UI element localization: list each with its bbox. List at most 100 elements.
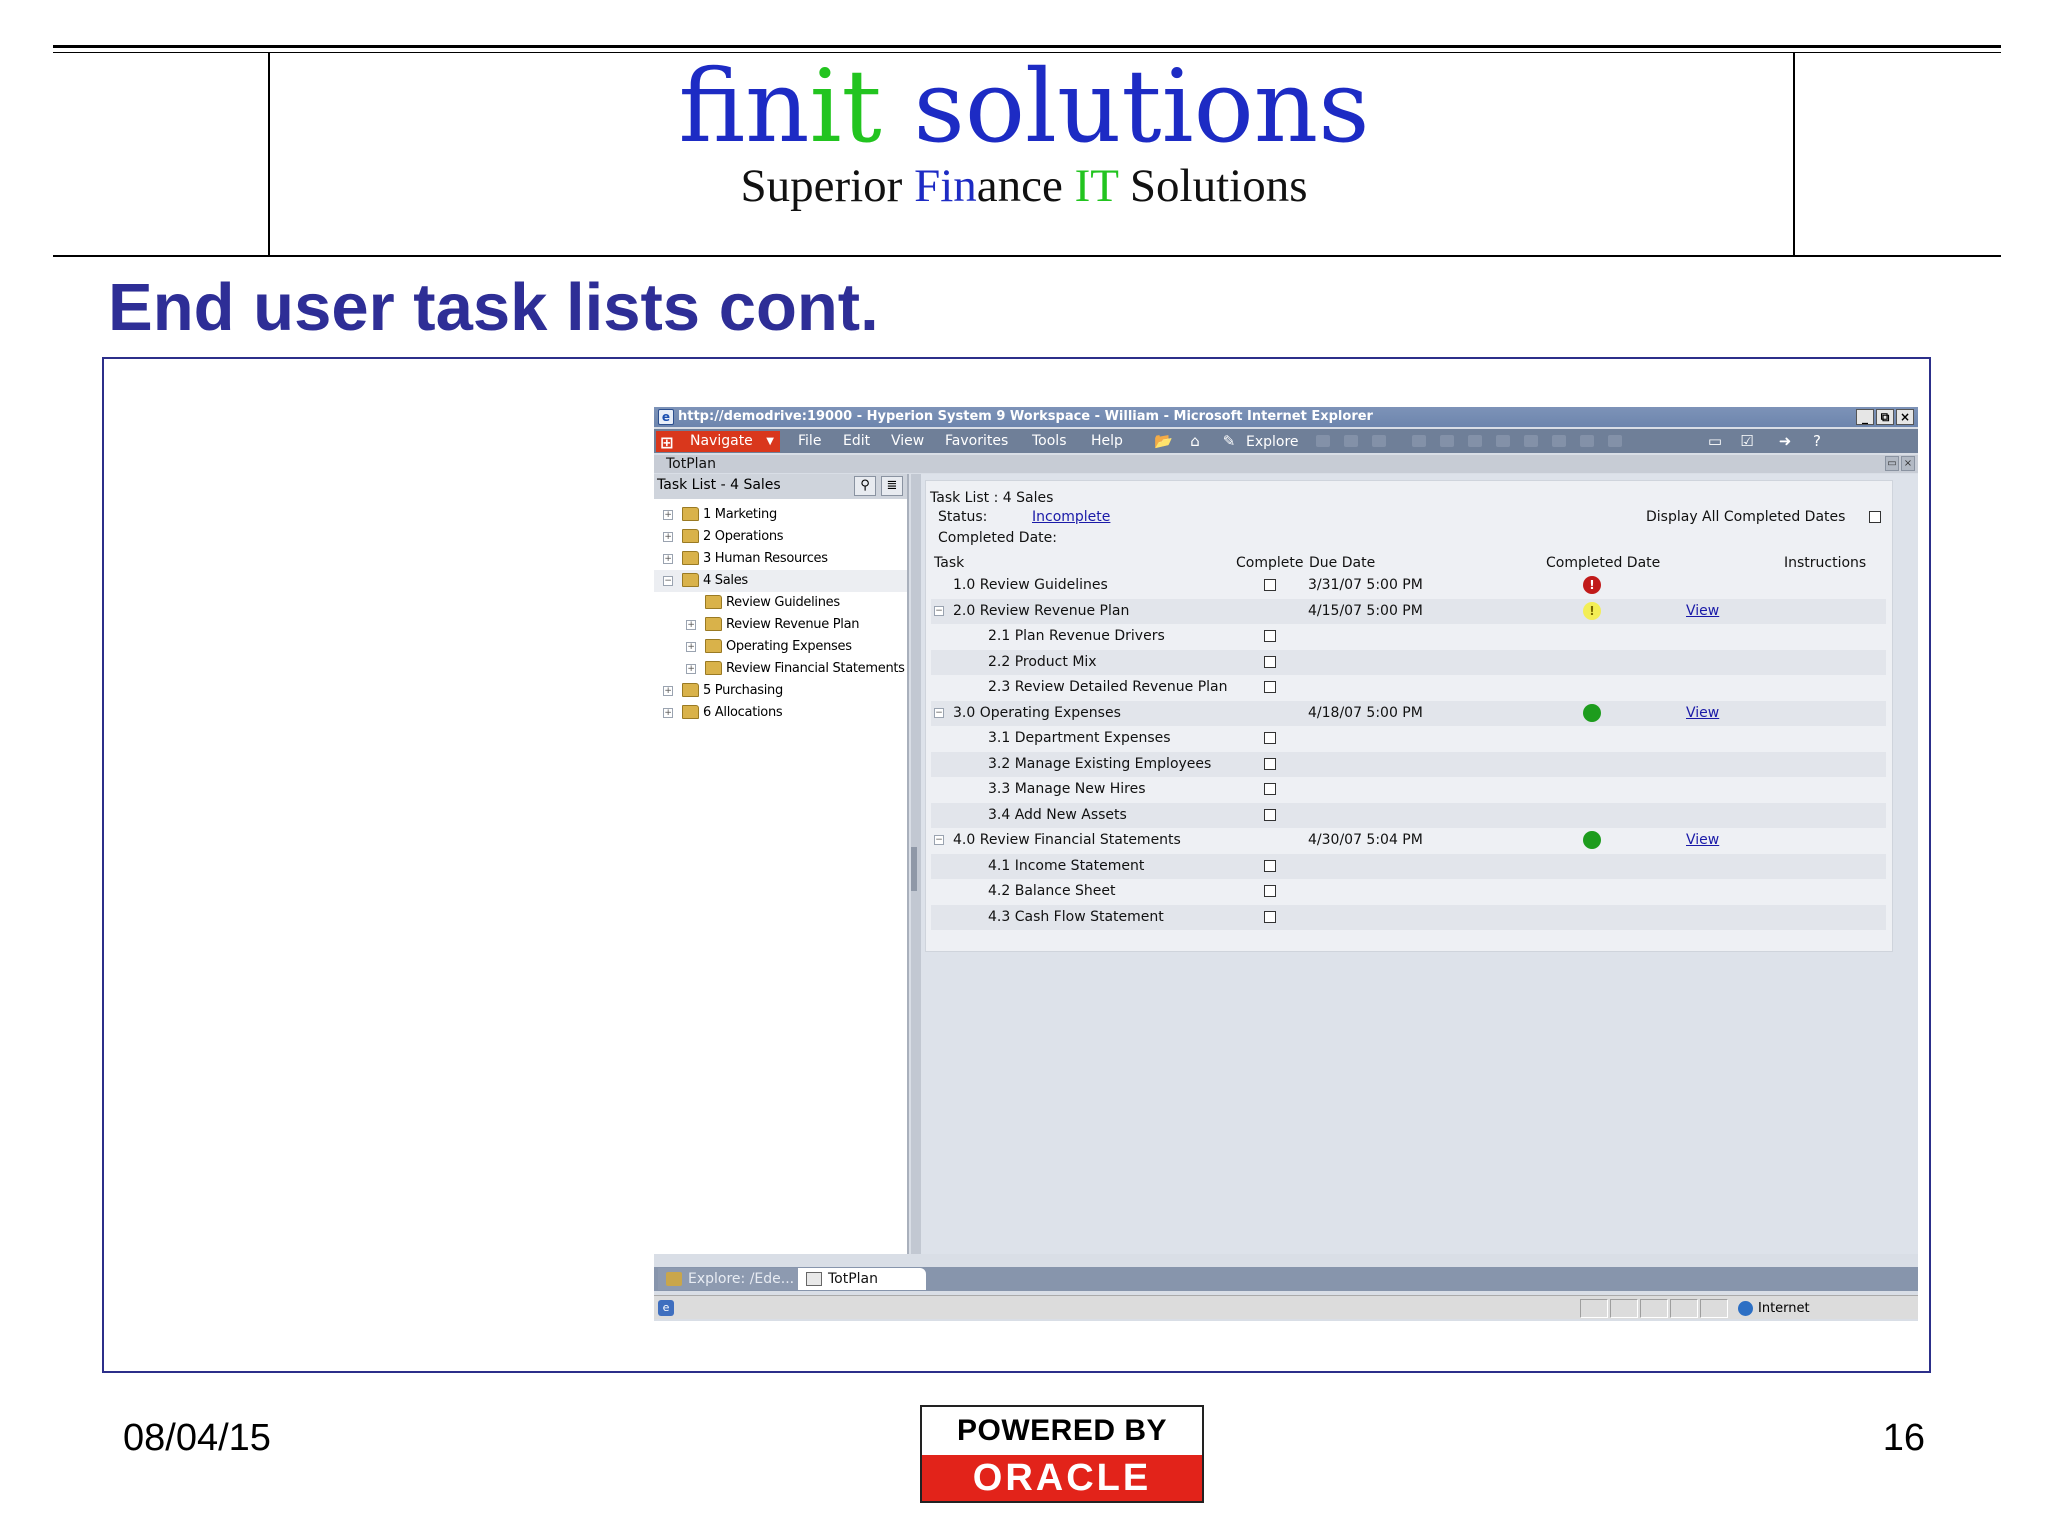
restore-button[interactable]: ⧉ xyxy=(1876,409,1894,425)
tree-item[interactable]: +2 Operations xyxy=(654,526,907,548)
logoff-icon[interactable]: ➜ xyxy=(1776,432,1794,450)
expand-icon[interactable]: + xyxy=(663,554,673,564)
tree-item-label: Operating Expenses xyxy=(726,639,852,654)
tree-item-label: 2 Operations xyxy=(703,529,784,544)
tree-item[interactable]: +3 Human Resources xyxy=(654,548,907,570)
view-instructions-link[interactable]: View xyxy=(1686,704,1719,722)
tab-totplan[interactable]: TotPlan xyxy=(798,1268,926,1290)
help-icon[interactable]: ? xyxy=(1808,432,1826,450)
menu-edit[interactable]: Edit xyxy=(843,432,870,450)
status-cell xyxy=(1640,1299,1668,1318)
navigate-label: Navigate xyxy=(690,433,753,449)
tree-item[interactable]: − 4 Sales xyxy=(654,570,907,592)
tab-explore-label: Explore: /Ede... xyxy=(688,1271,795,1287)
menu-help[interactable]: Help xyxy=(1091,432,1123,450)
collapse-icon[interactable]: − xyxy=(934,707,944,718)
document-restore-button[interactable]: ▭ xyxy=(1885,456,1899,471)
disabled-tool-icon xyxy=(1608,435,1622,447)
status-cell xyxy=(1670,1299,1698,1318)
task-list-tree-pane: Task List - 4 Sales ⚲ ≣ +1 Marketing +2 O… xyxy=(654,474,909,1254)
due-date: 4/18/07 5:00 PM xyxy=(1308,704,1423,721)
column-header-completed-date: Completed Date xyxy=(1546,555,1661,571)
window-title: http://demodrive:19000 - Hyperion System… xyxy=(678,409,1373,424)
task-name: 3.0 Operating Expenses xyxy=(953,704,1121,721)
complete-checkbox[interactable] xyxy=(1264,859,1276,872)
disabled-tool-icon xyxy=(1372,435,1386,447)
tree-item[interactable]: + Review Revenue Plan xyxy=(654,614,907,636)
task-row: 3.3 Manage New Hires xyxy=(931,777,1886,802)
folder-icon xyxy=(705,639,722,653)
menu-file[interactable]: File xyxy=(798,432,821,450)
tree-item[interactable]: +5 Purchasing xyxy=(654,680,907,702)
checklist-icon[interactable]: ☑ xyxy=(1738,432,1756,450)
company-logo: finit solutions xyxy=(678,48,1370,165)
navigate-button[interactable]: ⊞ Navigate ▼ xyxy=(656,431,780,452)
properties-icon[interactable]: ≣ xyxy=(881,476,903,496)
complete-checkbox[interactable] xyxy=(1264,808,1276,821)
complete-checkbox[interactable] xyxy=(1264,655,1276,668)
security-zone-label: Internet xyxy=(1758,1301,1810,1316)
column-header-due-date: Due Date xyxy=(1309,555,1376,571)
collapse-icon[interactable]: − xyxy=(934,605,944,616)
document-titlebar: TotPlan ▭ × xyxy=(654,455,1918,473)
document-close-button[interactable]: × xyxy=(1901,456,1915,471)
minimize-button[interactable]: _ xyxy=(1856,409,1874,425)
close-button[interactable]: × xyxy=(1896,409,1914,425)
complete-checkbox[interactable] xyxy=(1264,681,1276,693)
expand-icon[interactable]: + xyxy=(686,642,696,652)
complete-checkbox[interactable] xyxy=(1264,579,1276,591)
disabled-tool-icon xyxy=(1552,435,1566,447)
expand-icon[interactable]: + xyxy=(663,532,673,542)
view-instructions-link[interactable]: View xyxy=(1686,831,1719,849)
task-row: −3.0 Operating Expenses 4/18/07 5:00 PM Vi… xyxy=(931,700,1886,726)
tree-item[interactable]: Review Guidelines xyxy=(654,592,907,614)
menu-tools[interactable]: Tools xyxy=(1032,432,1067,450)
chevron-down-icon: ▼ xyxy=(766,436,774,447)
disabled-tool-icon xyxy=(1496,435,1510,447)
status-cell xyxy=(1580,1299,1608,1318)
menu-view[interactable]: View xyxy=(891,432,924,450)
complete-checkbox[interactable] xyxy=(1264,783,1276,795)
tree-item[interactable]: + Operating Expenses xyxy=(654,636,907,658)
complete-checkbox[interactable] xyxy=(1264,630,1276,642)
expand-icon[interactable]: + xyxy=(663,510,673,520)
menu-favorites[interactable]: Favorites xyxy=(945,432,1008,450)
collapse-icon[interactable]: − xyxy=(663,576,673,586)
tree-item[interactable]: +6 Allocations xyxy=(654,702,907,724)
badge-top-text: POWERED BY xyxy=(956,1414,1168,1447)
disabled-tool-icon xyxy=(1316,435,1330,447)
collapse-icon[interactable]: − xyxy=(934,835,944,845)
complete-checkbox[interactable] xyxy=(1264,732,1276,744)
page-icon[interactable]: ▭ xyxy=(1706,432,1724,450)
explore-button[interactable]: Explore xyxy=(1246,433,1299,451)
expand-icon[interactable]: + xyxy=(663,686,673,696)
explore-icon[interactable]: ✎ xyxy=(1220,432,1238,450)
folder-icon xyxy=(682,507,699,521)
task-name: 3.2 Manage Existing Employees xyxy=(988,755,1212,772)
expand-icon[interactable]: + xyxy=(686,664,696,674)
tree-item[interactable]: + Review Financial Statements xyxy=(654,658,907,680)
view-instructions-link[interactable]: View xyxy=(1686,602,1719,620)
status-value-link[interactable]: Incomplete xyxy=(1032,508,1110,526)
complete-checkbox[interactable] xyxy=(1264,885,1276,897)
splitter-grip[interactable] xyxy=(911,847,917,891)
display-all-checkbox[interactable] xyxy=(1869,511,1881,523)
disabled-tool-icon xyxy=(1440,435,1454,447)
tree-item[interactable]: +1 Marketing xyxy=(654,504,907,526)
task-row: −2.0 Review Revenue Plan 4/15/07 5:00 PM!… xyxy=(931,598,1886,624)
tab-explore[interactable]: Explore: /Ede... xyxy=(658,1268,798,1290)
task-name: 3.1 Department Expenses xyxy=(988,730,1171,746)
complete-checkbox[interactable] xyxy=(1264,910,1276,923)
folder-icon xyxy=(705,595,722,609)
open-folder-icon[interactable]: 📂 xyxy=(1154,432,1173,450)
pin-icon[interactable]: ⚲ xyxy=(854,476,876,496)
disabled-tool-icon xyxy=(1468,435,1482,447)
home-icon[interactable]: ⌂ xyxy=(1186,432,1204,450)
complete-checkbox[interactable] xyxy=(1264,757,1276,770)
task-name: 4.3 Cash Flow Statement xyxy=(988,908,1164,925)
green-status-icon xyxy=(1583,703,1601,722)
expand-icon[interactable]: + xyxy=(663,708,673,718)
security-zone: Internet xyxy=(1736,1299,1810,1318)
column-header-task: Task xyxy=(934,555,965,571)
expand-icon[interactable]: + xyxy=(686,620,696,630)
